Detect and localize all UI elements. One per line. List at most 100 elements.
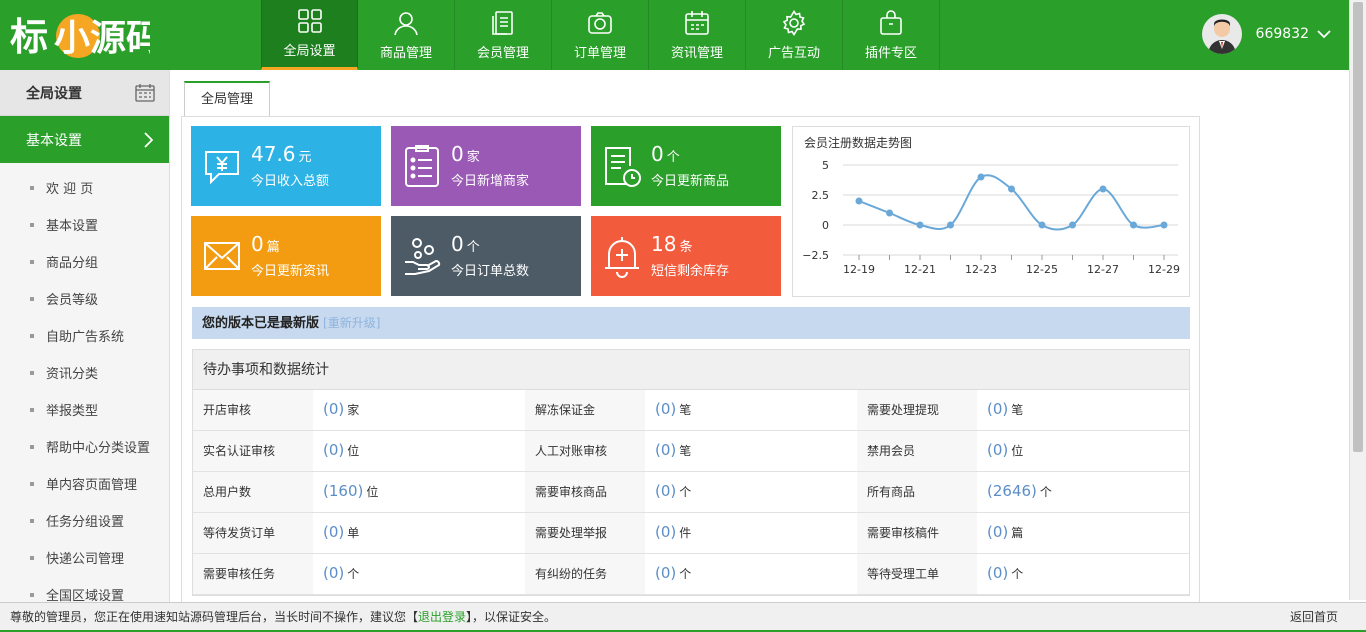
stat-value[interactable]: (0) 笔 [977, 390, 1189, 430]
chevron-down-icon[interactable] [1317, 29, 1331, 39]
card-value: 0 [451, 232, 464, 256]
series-line [858, 174, 1165, 231]
card-unit: 条 [679, 240, 693, 255]
nav-label: 资讯管理 [670, 45, 723, 61]
stat-label: 开店审核 [193, 390, 313, 430]
data-point [1099, 185, 1107, 193]
stat-count[interactable]: (0) [987, 400, 1008, 418]
card-new-merchants[interactable]: 0家 今日新增商家 [391, 126, 581, 206]
stat-value[interactable]: (0) 篇 [977, 513, 1189, 553]
stat-count[interactable]: (2646) [987, 482, 1037, 500]
y-tick-label: −2.5 [802, 249, 829, 262]
stat-count[interactable]: (0) [323, 400, 344, 418]
stat-value[interactable]: (0) 笔 [645, 390, 857, 430]
card-updated-news[interactable]: 0篇 今日更新资讯 [191, 216, 381, 296]
stat-count[interactable]: (0) [655, 523, 676, 541]
stat-value[interactable]: (0) 位 [313, 431, 525, 471]
stat-label: 需要处理举报 [525, 513, 645, 553]
site-logo[interactable]: 标 小源码 [10, 10, 150, 60]
stat-value[interactable]: (0) 个 [977, 554, 1189, 594]
x-tick-label: 12-27 [1087, 263, 1119, 276]
calendar-icon[interactable] [135, 83, 155, 102]
version-notice: 您的版本已是最新版 [重新升级] [192, 307, 1190, 339]
nav-ad-interaction[interactable]: 广告互动 [746, 0, 843, 70]
tab-global-mgmt[interactable]: 全局管理 [184, 81, 271, 117]
stat-value[interactable]: (2646) 个 [977, 472, 1189, 512]
card-label: 今日更新资讯 [251, 264, 330, 279]
logout-link[interactable]: 退出登录 [418, 610, 466, 624]
card-unit: 个 [666, 150, 680, 165]
card-unit: 家 [466, 150, 480, 165]
stat-count[interactable]: (0) [323, 564, 344, 582]
data-point [886, 209, 893, 217]
data-point [1160, 221, 1168, 229]
stat-count[interactable]: (0) [655, 564, 676, 582]
stat-count[interactable]: (0) [987, 441, 1008, 459]
stat-label: 所有商品 [857, 472, 977, 512]
sidebar-item[interactable]: 自助广告系统 [0, 317, 169, 354]
stat-value[interactable]: (160) 位 [313, 472, 525, 512]
stat-count[interactable]: (0) [987, 564, 1008, 582]
nav-news-mgmt[interactable]: 资讯管理 [649, 0, 746, 70]
top-bar: 标 小源码 全局设置 商品管理 会员管理 订单管理 资讯管理 广告互动 插件专区… [0, 0, 1349, 70]
card-orders[interactable]: 0个 今日订单总数 [391, 216, 581, 296]
card-updated-products[interactable]: 0个 今日更新商品 [591, 126, 781, 206]
nav-plugins[interactable]: 插件专区 [843, 0, 940, 70]
stat-unit: 位 [366, 485, 379, 499]
hand-coins-icon [405, 238, 441, 275]
version-notice-text: 您的版本已是最新版 [202, 316, 320, 331]
data-point [1130, 221, 1137, 229]
stat-count[interactable]: (160) [323, 482, 363, 500]
stat-label: 人工对账审核 [525, 431, 645, 471]
sidebar-item[interactable]: 帮助中心分类设置 [0, 428, 169, 465]
stat-label: 需要审核任务 [193, 554, 313, 594]
y-tick-label: 0 [822, 219, 829, 232]
sidebar-item-active[interactable]: 基本设置 [0, 116, 169, 163]
clipboard-icon [405, 145, 439, 187]
upgrade-link[interactable]: [重新升级] [323, 316, 380, 330]
sidebar-item[interactable]: 基本设置 [0, 206, 169, 243]
x-tick-label: 12-21 [904, 263, 936, 276]
nav-global-settings[interactable]: 全局设置 [261, 0, 358, 70]
card-income[interactable]: 47.6 元 今日收入总额 [191, 126, 381, 206]
stat-count[interactable]: (0) [323, 441, 344, 459]
card-sms-stock[interactable]: 18 条 短信剩余库存 [591, 216, 781, 296]
logo-text: 小源码 [54, 18, 150, 59]
sidebar-item[interactable]: 全国区域设置 [0, 576, 169, 602]
table-row: 开店审核 (0) 家解冻保证金 (0) 笔需要处理提现 (0) 笔 [193, 390, 1189, 431]
nav-member-mgmt[interactable]: 会员管理 [455, 0, 552, 70]
stat-count[interactable]: (0) [655, 400, 676, 418]
stat-value[interactable]: (0) 件 [645, 513, 857, 553]
grid-icon [297, 9, 322, 33]
bag-icon [880, 9, 902, 35]
stat-count[interactable]: (0) [655, 482, 676, 500]
sidebar-item[interactable]: 资讯分类 [0, 354, 169, 391]
nav-order-mgmt[interactable]: 订单管理 [552, 0, 649, 70]
sidebar-item[interactable]: 举报类型 [0, 391, 169, 428]
stat-count[interactable]: (0) [655, 441, 676, 459]
nav-product-mgmt[interactable]: 商品管理 [358, 0, 455, 70]
sidebar-item[interactable]: 会员等级 [0, 280, 169, 317]
user-menu[interactable]: 669832 [1201, 14, 1331, 54]
stat-value[interactable]: (0) 家 [313, 390, 525, 430]
scrollbar-thumb[interactable] [1353, 2, 1363, 452]
back-home-link[interactable]: 返回首页 [1290, 603, 1338, 631]
stat-value[interactable]: (0) 单 [313, 513, 525, 553]
data-point [855, 197, 863, 205]
data-point [977, 173, 985, 181]
stat-label: 有纠纷的任务 [525, 554, 645, 594]
sidebar-item[interactable]: 商品分组 [0, 243, 169, 280]
sidebar-item[interactable]: 任务分组设置 [0, 502, 169, 539]
stat-value[interactable]: (0) 个 [645, 554, 857, 594]
stat-value[interactable]: (0) 位 [977, 431, 1189, 471]
sidebar-item[interactable]: 欢 迎 页 [0, 169, 169, 206]
stats-title: 待办事项和数据统计 [193, 350, 1189, 390]
sidebar-item[interactable]: 快递公司管理 [0, 539, 169, 576]
stat-count[interactable]: (0) [323, 523, 344, 541]
stat-value[interactable]: (0) 笔 [645, 431, 857, 471]
stat-value[interactable]: (0) 个 [313, 554, 525, 594]
sidebar-item[interactable]: 单内容页面管理 [0, 465, 169, 502]
page-scrollbar[interactable] [1349, 0, 1366, 600]
stat-count[interactable]: (0) [987, 523, 1008, 541]
stat-value[interactable]: (0) 个 [645, 472, 857, 512]
